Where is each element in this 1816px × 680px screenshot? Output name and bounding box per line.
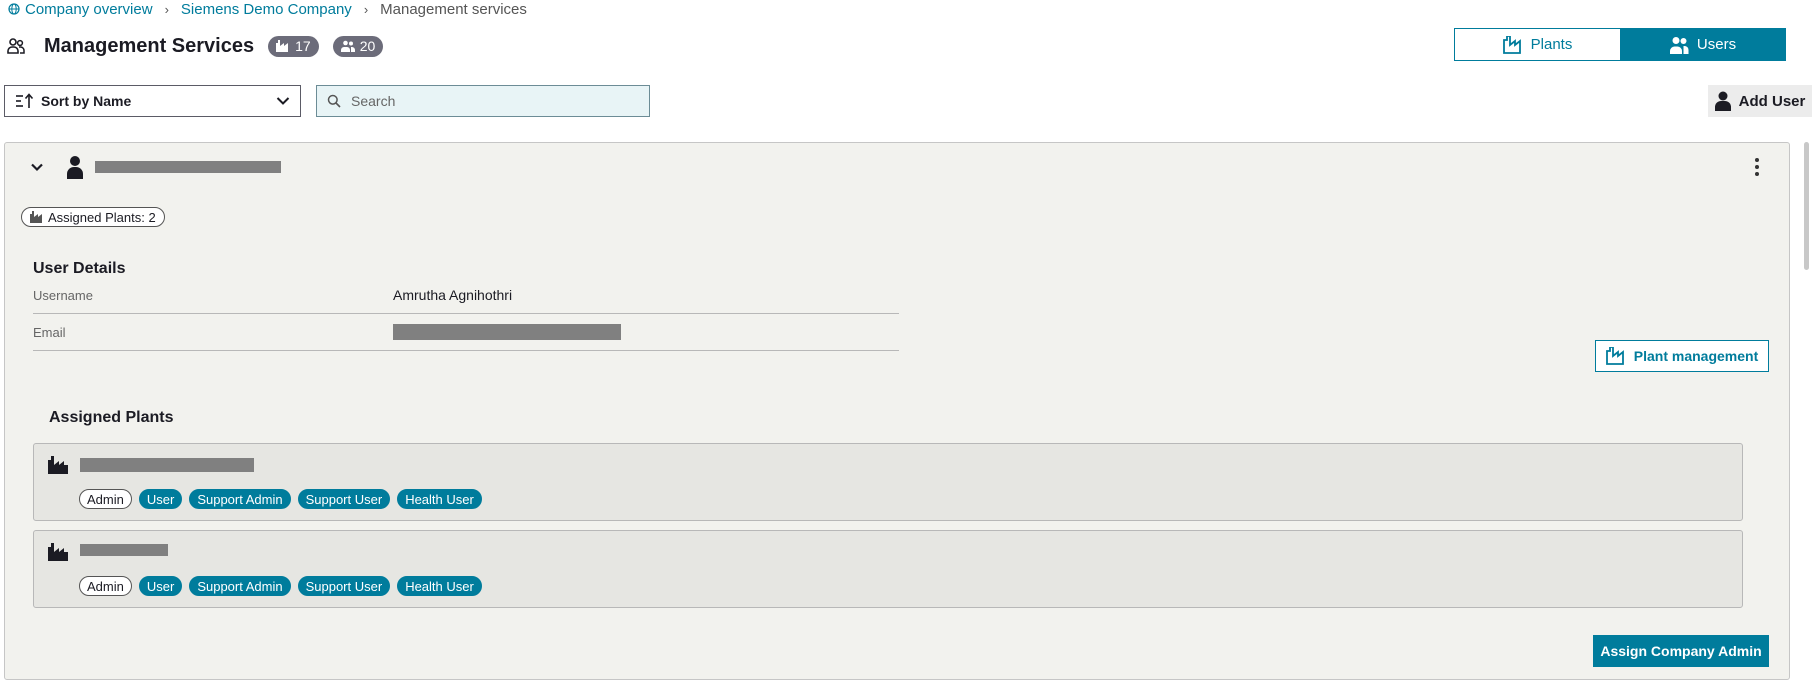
page-title: Management Services: [44, 34, 255, 57]
page-header: Management Services 17 20: [6, 32, 397, 60]
search-field[interactable]: [316, 85, 650, 117]
add-user-button[interactable]: Add User: [1708, 85, 1812, 117]
role-chip-support-admin[interactable]: Support Admin: [189, 576, 291, 596]
plant-card: Admin User Support Admin Support User He…: [33, 530, 1743, 608]
username-value: Amrutha Agnihothri: [393, 287, 513, 303]
chevron-right-icon: ›: [164, 1, 169, 17]
redacted-plant-name: [80, 544, 168, 556]
role-list: Admin User Support Admin Support User He…: [79, 489, 482, 509]
plants-view-label: Plants: [1530, 36, 1573, 53]
user-card: Assigned Plants: 2 User Details Username…: [4, 142, 1790, 680]
users-view-label: Users: [1696, 36, 1737, 53]
more-options-icon[interactable]: [1747, 155, 1767, 179]
plants-count-badge: 17: [268, 35, 319, 57]
email-row: Email: [33, 314, 899, 351]
scrollbar-thumb[interactable]: [1804, 142, 1809, 270]
breadcrumb-company[interactable]: Siemens Demo Company: [181, 1, 352, 18]
redacted-user-name: [95, 161, 281, 173]
role-chip-health-user[interactable]: Health User: [397, 576, 482, 596]
sort-select-label: Sort by Name: [41, 93, 132, 109]
chevron-down-icon[interactable]: [27, 157, 47, 177]
add-user-label: Add User: [1738, 92, 1806, 110]
role-chip-user[interactable]: User: [138, 489, 183, 509]
factory-icon: [276, 40, 289, 52]
username-row: Username Amrutha Agnihothri: [33, 277, 899, 314]
role-chip-admin[interactable]: Admin: [79, 576, 132, 596]
breadcrumb-current: Management services: [380, 0, 527, 18]
users-view-button[interactable]: Users: [1620, 29, 1785, 60]
sort-ascending-icon: [16, 93, 34, 108]
role-chip-admin[interactable]: Admin: [79, 489, 132, 509]
assign-company-admin-button[interactable]: Assign Company Admin: [1593, 635, 1769, 667]
factory-icon: [1502, 35, 1521, 54]
sort-select[interactable]: Sort by Name: [4, 85, 301, 117]
role-chip-user[interactable]: User: [138, 576, 183, 596]
users-icon: [340, 40, 355, 52]
role-chip-support-user[interactable]: Support User: [297, 576, 391, 596]
role-chip-support-user[interactable]: Support User: [297, 489, 391, 509]
plant-card: Admin User Support Admin Support User He…: [33, 443, 1743, 521]
search-input[interactable]: [351, 93, 631, 109]
breadcrumb: Company overview › Siemens Demo Company …: [8, 0, 527, 18]
username-label: Username: [33, 287, 93, 303]
user-icon: [1714, 91, 1731, 111]
factory-icon: [30, 211, 42, 223]
factory-icon: [48, 543, 68, 561]
search-icon: [327, 94, 341, 108]
plants-view-button[interactable]: Plants: [1455, 29, 1620, 60]
assigned-plants-title: Assigned Plants: [49, 409, 174, 426]
plants-count: 17: [295, 38, 311, 54]
redacted-email: [393, 324, 621, 340]
factory-icon: [1605, 347, 1624, 365]
view-toggle: Plants Users: [1454, 28, 1786, 61]
factory-icon: [48, 456, 68, 474]
role-chip-health-user[interactable]: Health User: [397, 489, 482, 509]
users-count-badge: 20: [332, 35, 384, 57]
breadcrumb-company-overview-label: Company overview: [25, 0, 153, 18]
users-icon: [1669, 36, 1689, 54]
breadcrumb-company-overview[interactable]: Company overview: [8, 1, 153, 18]
user-icon: [67, 156, 83, 179]
plant-management-button[interactable]: Plant management: [1595, 340, 1769, 372]
chevron-right-icon: ›: [363, 1, 369, 17]
email-label: Email: [33, 324, 66, 340]
assigned-plants-badge: Assigned Plants: 2: [21, 207, 165, 227]
user-details-title: User Details: [33, 260, 126, 277]
chevron-down-icon: [276, 97, 290, 105]
globe-icon: [8, 3, 20, 15]
role-chip-support-admin[interactable]: Support Admin: [189, 489, 291, 509]
assigned-plants-count: Assigned Plants: 2: [48, 209, 156, 225]
users-count: 20: [359, 38, 376, 54]
users-group-icon: [7, 38, 25, 54]
plant-management-label: Plant management: [1633, 348, 1759, 364]
scrollbar[interactable]: [1800, 142, 1812, 680]
role-list: Admin User Support Admin Support User He…: [79, 576, 482, 596]
redacted-plant-name: [80, 458, 254, 472]
